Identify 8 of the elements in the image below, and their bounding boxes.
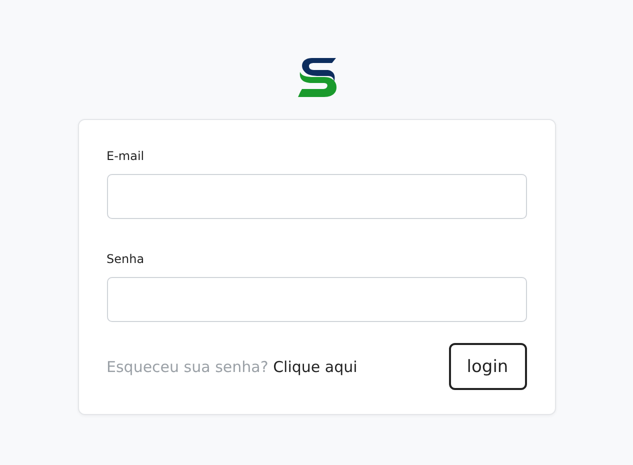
field-label: Senha — [106, 252, 146, 266]
logo-icon — [296, 56, 340, 98]
input-field[interactable] — [106, 174, 526, 219]
forgot-password-text: Esqueceu sua senha? Clique aqui — [106, 358, 358, 376]
field-label: E-mail — [106, 149, 146, 163]
reset-link[interactable]: Clique aqui — [273, 358, 358, 376]
login-button[interactable]: login — [448, 343, 526, 390]
input-field[interactable] — [106, 277, 526, 322]
